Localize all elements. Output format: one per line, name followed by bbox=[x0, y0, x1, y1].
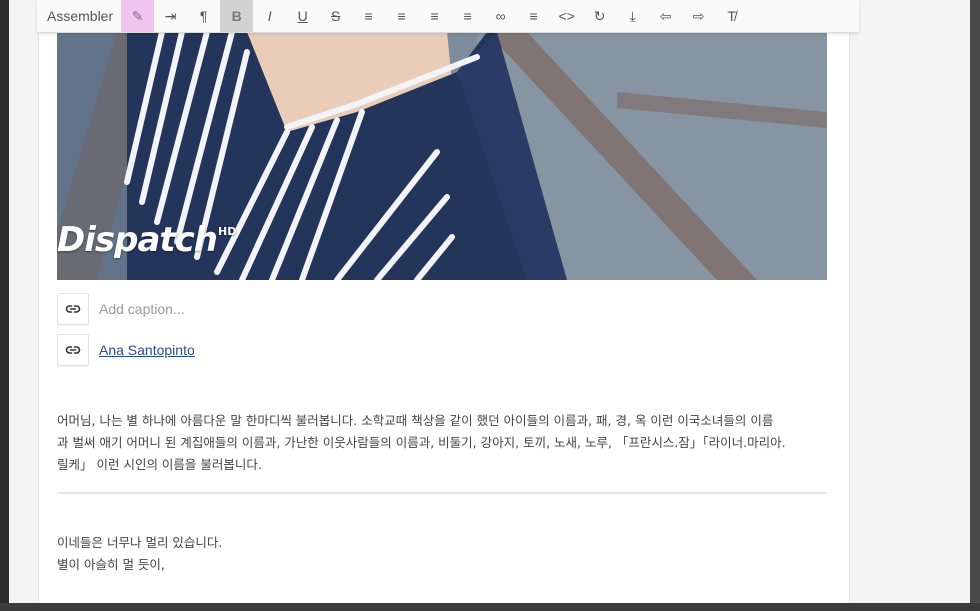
strikethrough-button[interactable]: S bbox=[319, 0, 352, 32]
link-icon bbox=[65, 305, 81, 313]
section-divider bbox=[57, 492, 827, 494]
window-edge-left bbox=[0, 0, 9, 611]
italic-button[interactable]: I bbox=[253, 0, 286, 32]
italic-icon: I bbox=[267, 8, 272, 24]
paragraph-button[interactable]: ¶ bbox=[187, 0, 220, 32]
outdent-button[interactable]: ≡ bbox=[418, 0, 451, 32]
paragraph-line: 과 벌써 애기 어머니 된 계집애들의 이름과, 가난한 이웃사람들의 이름과,… bbox=[57, 435, 786, 450]
undo-icon: ⇦ bbox=[659, 7, 672, 24]
article-image[interactable]: DispatchHD bbox=[57, 32, 827, 280]
toolbar-label: Assembler bbox=[47, 8, 114, 24]
indent-block-icon: ≡ bbox=[463, 8, 472, 24]
code-icon: <> bbox=[558, 8, 575, 24]
code-button[interactable]: <> bbox=[550, 0, 583, 32]
paragraph-line: 어머님, 나는 별 하나에 아름다운 말 한마디씩 불러봅니다. 소학교때 책상… bbox=[57, 413, 774, 428]
clear-format-icon: T̸ bbox=[727, 8, 736, 24]
highlight-pen-button[interactable]: ✎ bbox=[121, 0, 155, 32]
align-button[interactable]: ≡ bbox=[517, 0, 550, 32]
indent-button[interactable]: ⇥ bbox=[154, 0, 187, 32]
formatting-toolbar: Assembler ✎ ⇥ ¶ B I U S ≡ ≡ ≡ ≡ ∞ ≡ <> ↻ ⤓ ⇦ ⇨ T̸ bbox=[37, 0, 859, 33]
window-edge-bottom bbox=[0, 603, 980, 611]
link-icon bbox=[65, 346, 81, 354]
bulleted-list-icon: ≡ bbox=[364, 8, 373, 24]
bold-icon: B bbox=[231, 8, 242, 24]
watermark-text: Dispatch bbox=[57, 220, 218, 260]
article-paragraph-2[interactable]: 이네들은 너무나 멀리 있습니다. 별이 아슬히 멀 듯이, bbox=[57, 532, 827, 576]
clear-format-button[interactable]: T̸ bbox=[715, 0, 748, 32]
author-credit-link[interactable]: Ana Santopinto bbox=[99, 342, 195, 358]
credit-row: Ana Santopinto bbox=[57, 334, 195, 366]
bold-button[interactable]: B bbox=[220, 0, 254, 32]
download-icon: ⤓ bbox=[629, 7, 636, 24]
redo-icon: ⇨ bbox=[692, 7, 705, 24]
pilcrow-icon: ¶ bbox=[199, 8, 208, 24]
indent-block-button[interactable]: ≡ bbox=[451, 0, 484, 32]
article-paragraph-1[interactable]: 어머님, 나는 별 하나에 아름다운 말 한마디씩 불러봅니다. 소학교때 책상… bbox=[57, 410, 827, 476]
caption-row bbox=[57, 293, 399, 325]
indent-icon: ⇥ bbox=[164, 7, 177, 24]
paragraph-line: 릴케」 이런 시인의 이름을 불러봅니다. bbox=[57, 457, 262, 472]
dispatch-watermark: DispatchHD bbox=[57, 220, 236, 260]
rotate-icon: ↻ bbox=[593, 7, 606, 24]
rotate-button[interactable]: ↻ bbox=[583, 0, 616, 32]
watermark-suffix: HD bbox=[218, 225, 237, 238]
link-button[interactable]: ∞ bbox=[484, 0, 517, 32]
credit-link-button[interactable] bbox=[57, 334, 89, 366]
link-icon: ∞ bbox=[495, 8, 506, 24]
undo-button[interactable]: ⇦ bbox=[649, 0, 682, 32]
paragraph-line: 별이 아슬히 멀 듯이, bbox=[57, 557, 165, 572]
pen-icon: ✎ bbox=[131, 7, 144, 24]
strikethrough-icon: S bbox=[330, 8, 341, 24]
redo-button[interactable]: ⇨ bbox=[682, 0, 715, 32]
paragraph-line: 이네들은 너무나 멀리 있습니다. bbox=[57, 535, 223, 550]
download-button[interactable]: ⤓ bbox=[616, 0, 649, 32]
numbered-list-icon: ≡ bbox=[397, 8, 406, 24]
numbered-list-button[interactable]: ≡ bbox=[385, 0, 418, 32]
caption-link-button[interactable] bbox=[57, 293, 89, 325]
underline-button[interactable]: U bbox=[286, 0, 319, 32]
bulleted-list-button[interactable]: ≡ bbox=[352, 0, 385, 32]
underline-icon: U bbox=[297, 8, 308, 24]
outdent-icon: ≡ bbox=[430, 8, 439, 24]
caption-input[interactable] bbox=[99, 301, 399, 317]
align-left-icon: ≡ bbox=[529, 8, 538, 24]
